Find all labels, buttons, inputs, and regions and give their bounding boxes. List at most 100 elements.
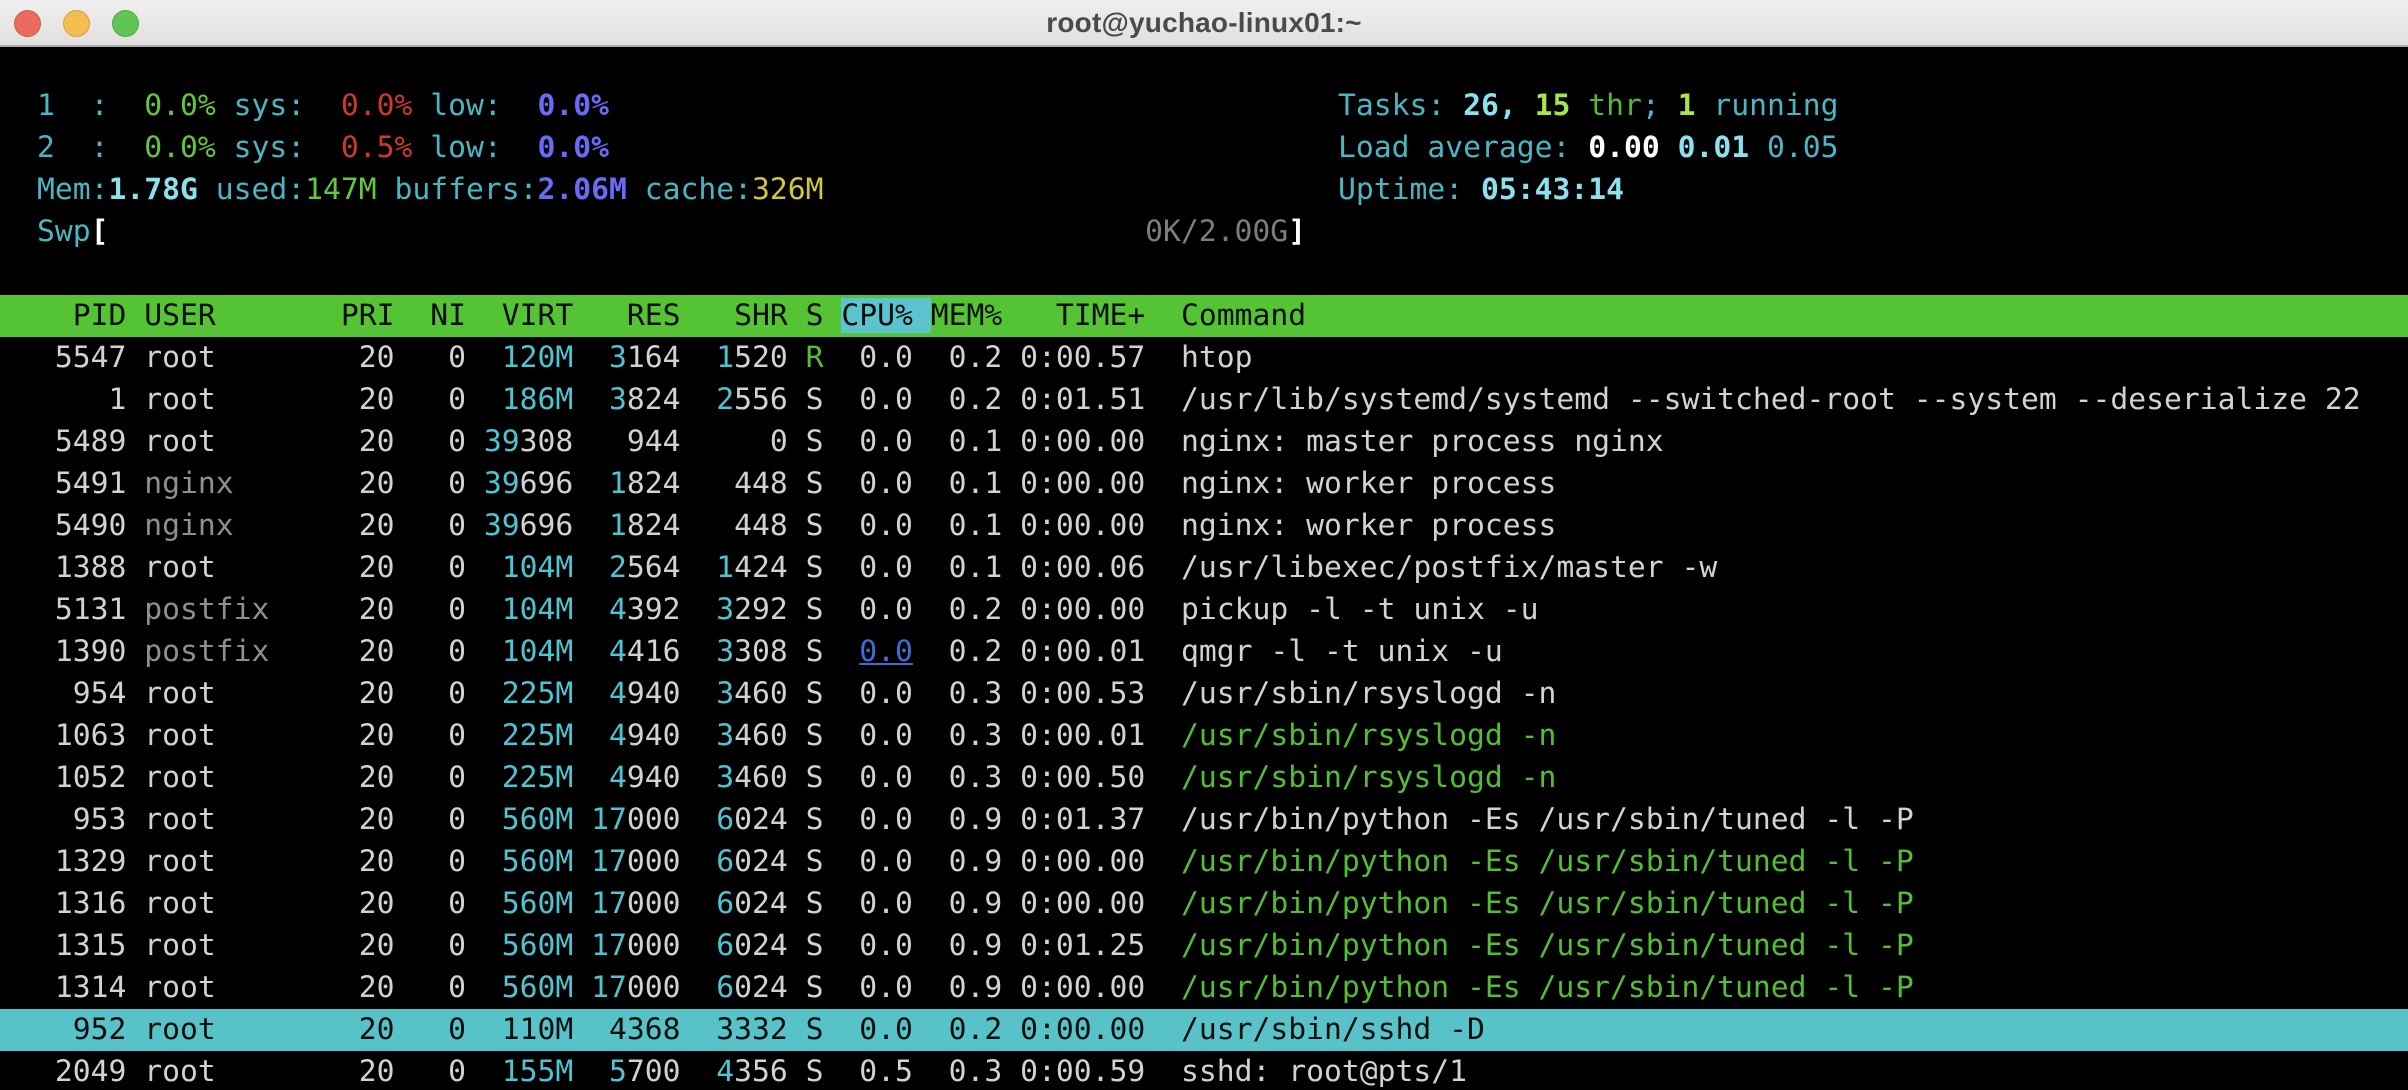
- cell-command: /usr/lib/systemd/systemd --switched-root…: [1181, 382, 2361, 417]
- process-row[interactable]: 2049 root 20 0 155M 5700 4356 S 0.5 0.3 …: [37, 1051, 2371, 1090]
- process-row[interactable]: 5131 postfix 20 0 104M 4392 3292 S 0.0 0…: [37, 589, 2371, 631]
- text-segment: [841, 886, 859, 921]
- memory-value: 024: [734, 970, 788, 1005]
- cell-mem-percent: 0.1: [931, 550, 1020, 585]
- memory-value-mb: 4: [591, 634, 627, 669]
- cell-mem-percent: 0.3: [931, 676, 1020, 711]
- cell-user: nginx: [144, 508, 341, 543]
- process-row[interactable]: 953 root 20 0 560M 17000 6024 S 0.0 0.9 …: [37, 799, 2371, 841]
- cell-cpu-percent: 0.0: [859, 1012, 913, 1047]
- process-row[interactable]: 1314 root 20 0 560M 17000 6024 S 0.0 0.9…: [37, 967, 2371, 1009]
- text-segment: [680, 592, 698, 627]
- process-row[interactable]: 1315 root 20 0 560M 17000 6024 S 0.0 0.9…: [37, 925, 2371, 967]
- cell-ni: 0: [412, 424, 484, 459]
- cell-ni: 0: [412, 802, 484, 837]
- cell-cpu-percent: 0.5: [859, 1054, 913, 1089]
- process-row[interactable]: 5489 root 20 0 39308 944 0 S 0.0 0.1 0:0…: [37, 421, 2371, 463]
- cell-mem-percent: 0.9: [931, 928, 1020, 963]
- memory-value-mb: 4: [698, 1054, 734, 1089]
- cell-command: /usr/libexec/postfix/master -w: [1181, 550, 1717, 585]
- text-segment: [573, 592, 591, 627]
- text-segment: [913, 1054, 931, 1089]
- cell-pid: 1052: [37, 760, 144, 795]
- swap-bracket-close: ]: [1288, 214, 1306, 249]
- cell-user: root: [144, 760, 341, 795]
- process-row-selected[interactable]: 952 root 20 0 110M 4368 3332 S 0.0 0.2 0…: [0, 1009, 2408, 1051]
- process-row[interactable]: 5491 nginx 20 0 39696 1824 448 S 0.0 0.1…: [37, 463, 2371, 505]
- memory-value-mb: 3: [698, 634, 734, 669]
- process-row[interactable]: 1316 root 20 0 560M 17000 6024 S 0.0 0.9…: [37, 883, 2371, 925]
- cpu-low-percent: 0.0%: [502, 130, 609, 165]
- memory-value: 000: [627, 844, 681, 879]
- text-segment: [573, 1012, 591, 1047]
- memory-value: 696: [520, 508, 574, 543]
- memory-value-mb: 3: [591, 382, 627, 417]
- maximize-button[interactable]: [112, 10, 139, 37]
- memory-value-mb: 4: [591, 718, 627, 753]
- text-segment: [841, 1012, 859, 1047]
- mem-label: Mem:: [37, 172, 109, 207]
- cell-pid: 953: [37, 802, 144, 837]
- memory-value: 000: [627, 970, 681, 1005]
- cell-pid: 1314: [37, 970, 144, 1005]
- cell-command: /usr/bin/python -Es /usr/sbin/tuned -l -…: [1181, 928, 1914, 963]
- text-segment: [788, 634, 806, 669]
- uptime-label: Uptime:: [1338, 172, 1481, 207]
- memory-value: 332: [734, 1012, 788, 1047]
- cell-user: root: [144, 802, 341, 837]
- memory-value: 416: [627, 634, 681, 669]
- cell-mem-percent: 0.1: [931, 424, 1020, 459]
- title-bar: root@yuchao-linux01:~: [0, 0, 2408, 47]
- process-row[interactable]: 1388 root 20 0 104M 2564 1424 S 0.0 0.1 …: [37, 547, 2371, 589]
- memory-value: 560M: [484, 844, 573, 879]
- tasks-threads: 15: [1535, 88, 1571, 123]
- text-segment: [841, 508, 859, 543]
- process-row[interactable]: 1 root 20 0 186M 3824 2556 S 0.0 0.2 0:0…: [37, 379, 2371, 421]
- memory-value: 164: [627, 340, 681, 375]
- memory-value: 225M: [484, 718, 573, 753]
- cell-pri: 20: [341, 802, 413, 837]
- cell-pri: 20: [341, 1012, 413, 1047]
- cell-cpu-percent: 0.0: [859, 760, 913, 795]
- cell-pid: 5547: [37, 340, 144, 375]
- text-segment: [573, 970, 591, 1005]
- text-segment: [841, 844, 859, 879]
- cell-cpu-percent: 0.0: [859, 676, 913, 711]
- process-row[interactable]: 1329 root 20 0 560M 17000 6024 S 0.0 0.9…: [37, 841, 2371, 883]
- table-header-row[interactable]: PID USER PRI NI VIRT RES SHR S CPU% MEM%…: [0, 295, 2408, 337]
- cell-cpu-percent: 0.0: [859, 550, 913, 585]
- cell-command: /usr/sbin/rsyslogd -n: [1181, 760, 1556, 795]
- tasks-count: 26,: [1463, 88, 1517, 123]
- mem-used: 147M: [305, 172, 377, 207]
- process-row[interactable]: 5490 nginx 20 0 39696 1824 448 S 0.0 0.1…: [37, 505, 2371, 547]
- memory-value: 292: [734, 592, 788, 627]
- memory-value: 448: [698, 466, 787, 501]
- memory-value: 700: [627, 1054, 681, 1089]
- cell-time: 0:01.51: [1020, 382, 1181, 417]
- cell-ni: 0: [412, 928, 484, 963]
- text-segment: [913, 970, 931, 1005]
- cell-command: /usr/bin/python -Es /usr/sbin/tuned -l -…: [1181, 802, 1914, 837]
- cell-command: nginx: master process nginx: [1181, 424, 1664, 459]
- minimize-button[interactable]: [63, 10, 90, 37]
- process-row[interactable]: 954 root 20 0 225M 4940 3460 S 0.0 0.3 0…: [37, 673, 2371, 715]
- text-segment: [573, 424, 591, 459]
- cell-mem-percent: 0.2: [931, 340, 1020, 375]
- process-row[interactable]: 5547 root 20 0 120M 3164 1520 R 0.0 0.2 …: [37, 337, 2371, 379]
- cell-ni: 0: [412, 886, 484, 921]
- process-row[interactable]: 1063 root 20 0 225M 4940 3460 S 0.0 0.3 …: [37, 715, 2371, 757]
- close-button[interactable]: [14, 10, 41, 37]
- text-segment: [788, 886, 806, 921]
- cpu-meter-row: 2 : 0.0% sys: 0.5% low: 0.0%: [37, 127, 2371, 169]
- mem-cache-label: cache:: [627, 172, 752, 207]
- process-row[interactable]: 1390 postfix 20 0 104M 4416 3308 S 0.0 0…: [37, 631, 2371, 673]
- text-segment: [573, 340, 591, 375]
- cell-cpu-percent: 0.0: [859, 424, 913, 459]
- cell-state: S: [806, 970, 842, 1005]
- text-segment: [913, 592, 931, 627]
- memory-value: 104M: [484, 550, 573, 585]
- cell-pri: 20: [341, 676, 413, 711]
- swap-value: 0K/2.00G: [1145, 214, 1288, 249]
- process-table: PID USER PRI NI VIRT RES SHR S CPU% MEM%…: [37, 295, 2371, 1090]
- process-row[interactable]: 1052 root 20 0 225M 4940 3460 S 0.0 0.3 …: [37, 757, 2371, 799]
